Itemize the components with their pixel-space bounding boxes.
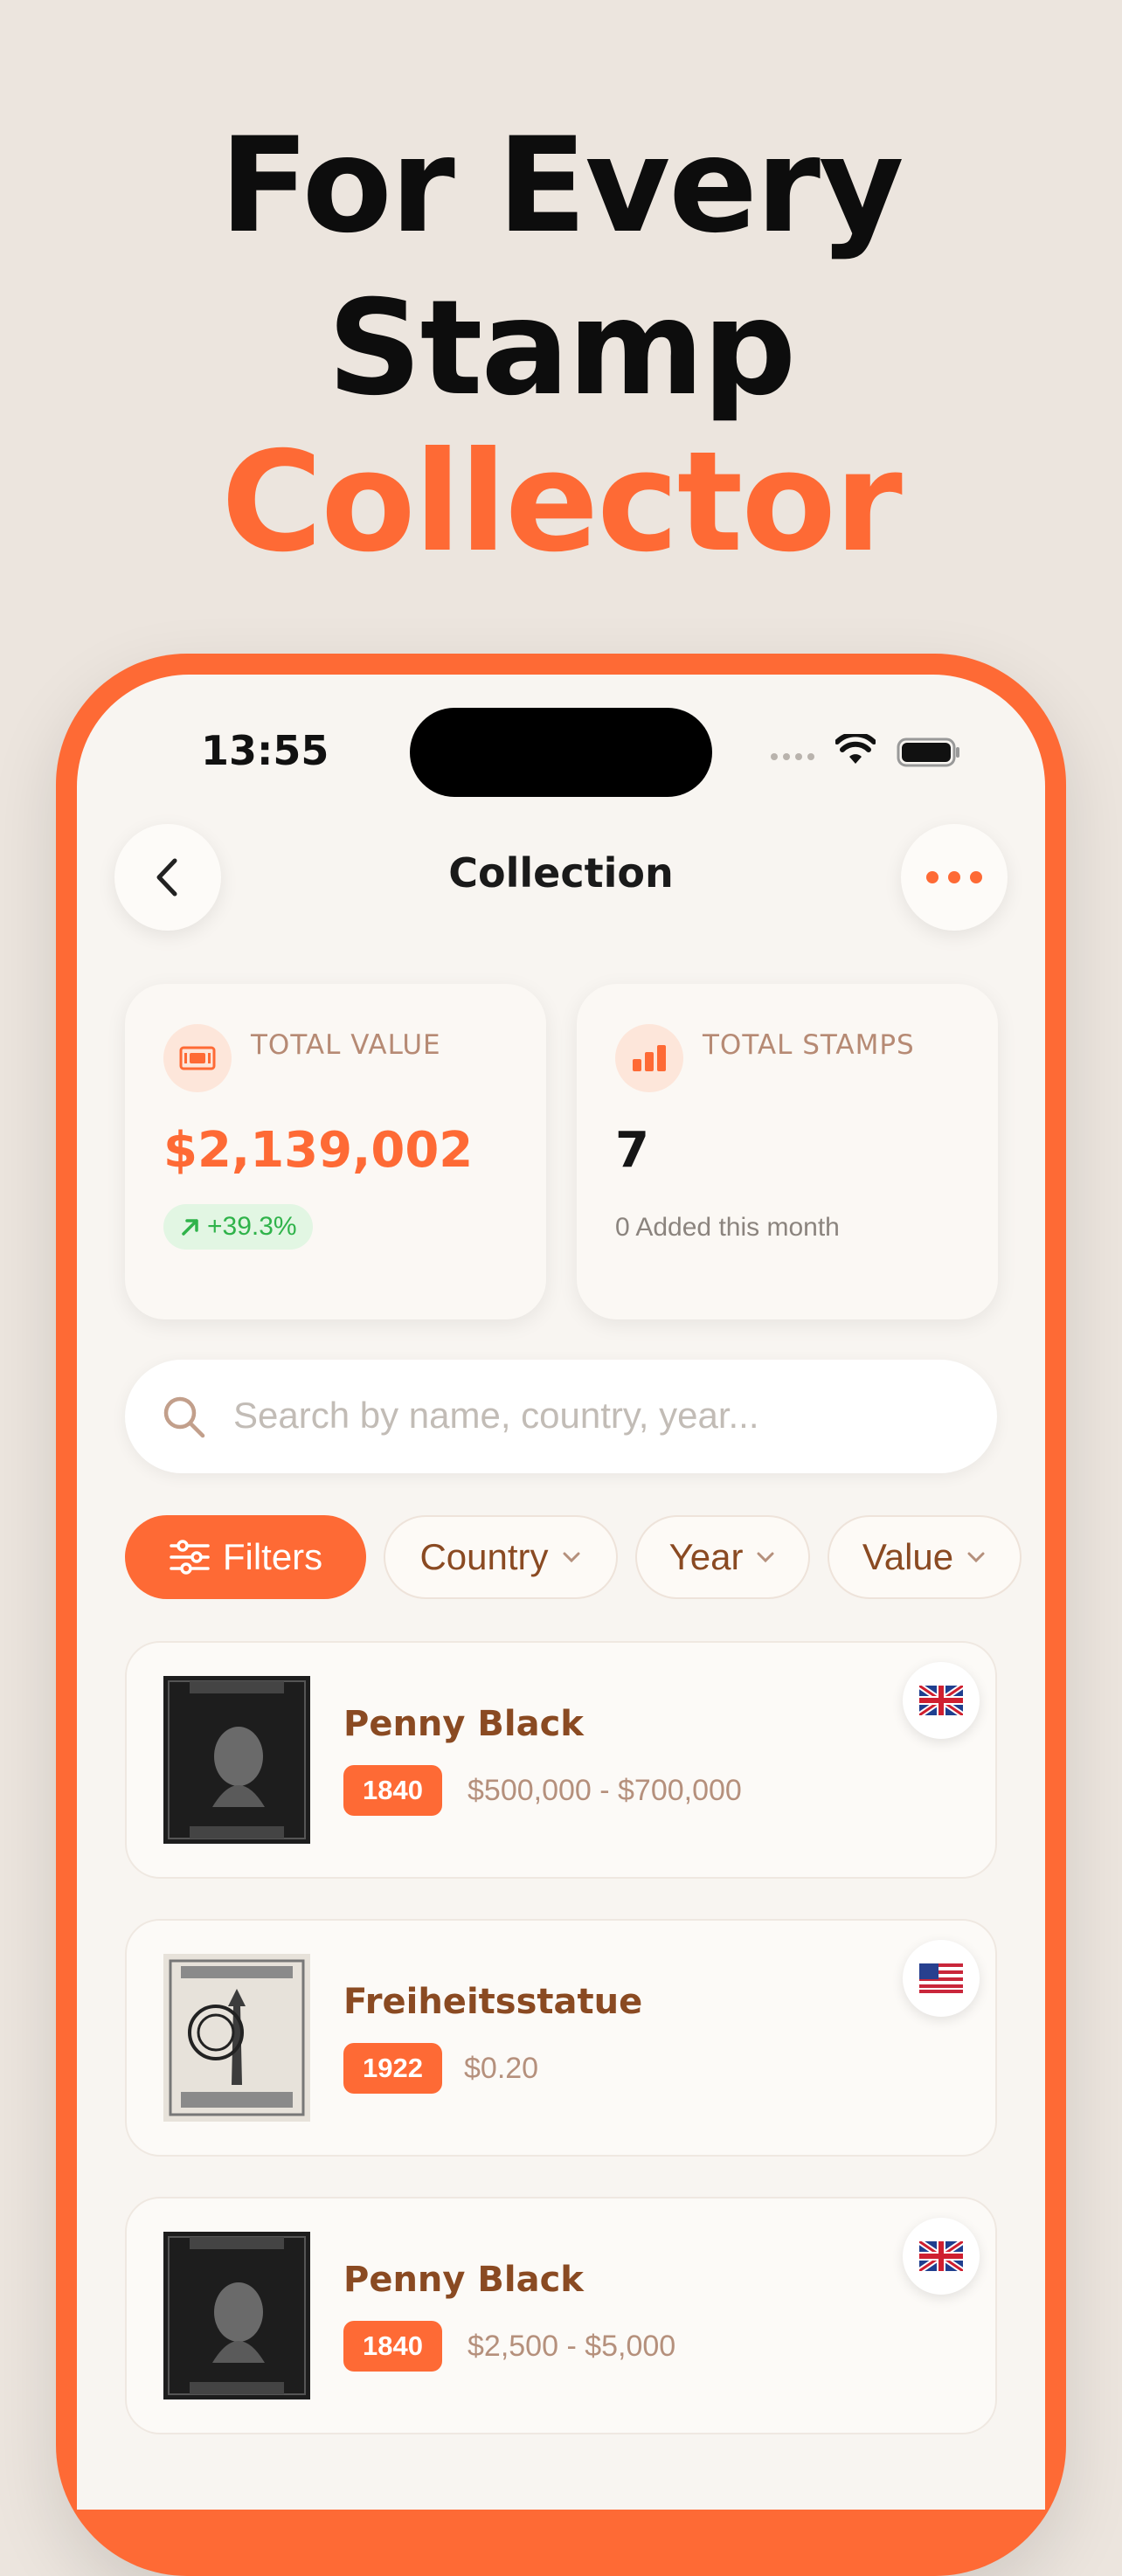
gb-flag-icon — [903, 2218, 980, 2295]
stamp-price: $2,500 - $5,000 — [468, 2330, 676, 2363]
year-filter-label: Year — [668, 1536, 744, 1577]
banknote-icon — [163, 1024, 232, 1092]
search-placeholder: Search by name, country, year... — [233, 1395, 759, 1436]
arrow-up-right-icon — [182, 1219, 198, 1236]
us-flag-icon — [903, 1940, 980, 2017]
country-filter-label: Country — [419, 1536, 549, 1577]
stamp-name: Penny Black — [343, 1704, 584, 1744]
stamp-name: Penny Black — [343, 2260, 584, 2300]
more-dots-icon — [926, 871, 982, 883]
total-value-amount: $2,139,002 — [163, 1122, 474, 1179]
total-stamps-label: TOTAL STAMPS — [703, 1029, 915, 1061]
bar-chart-icon — [615, 1024, 683, 1092]
search-icon — [163, 1396, 205, 1438]
trend-badge: +39.3% — [163, 1204, 313, 1250]
total-stamps-count: 7 — [615, 1122, 649, 1179]
search-input[interactable]: Search by name, country, year... — [125, 1360, 997, 1473]
gb-flag-icon — [903, 1662, 980, 1739]
stamp-thumbnail — [163, 1676, 310, 1844]
status-time: 13:55 — [201, 727, 329, 774]
more-options-button[interactable] — [901, 824, 1008, 931]
stamp-price: $500,000 - $700,000 — [468, 1774, 742, 1807]
page-title: Collection — [448, 849, 674, 897]
stamp-thumbnail — [163, 2232, 310, 2399]
filters-label: Filters — [222, 1536, 323, 1577]
value-filter-label: Value — [862, 1536, 954, 1577]
signal-icon — [771, 753, 814, 760]
stamp-list-item[interactable]: Freiheitsstatue 1922 $0.20 — [125, 1919, 997, 2157]
added-this-month: 0 Added this month — [615, 1213, 840, 1242]
year-filter[interactable]: Year — [635, 1515, 810, 1599]
stamp-year-badge: 1840 — [343, 1765, 442, 1816]
stamp-list-item[interactable]: Penny Black 1840 $2,500 - $5,000 — [125, 2197, 997, 2434]
value-filter[interactable]: Value — [828, 1515, 1022, 1599]
stamp-year-badge: 1840 — [343, 2321, 442, 2372]
chevron-down-icon — [563, 1552, 580, 1563]
dynamic-island — [410, 708, 712, 797]
headline-line-2: Stamp — [327, 273, 797, 425]
headline-line-3: Collector — [221, 422, 903, 583]
stamp-price: $0.20 — [464, 2052, 539, 2085]
stamp-name: Freiheitsstatue — [343, 1982, 643, 2022]
stamp-thumbnail — [163, 1954, 310, 2122]
total-value-label: TOTAL VALUE — [251, 1029, 441, 1061]
total-value-card: TOTAL VALUE $2,139,002 +39.3% — [125, 984, 546, 1319]
stamp-list-item[interactable]: Penny Black 1840 $500,000 - $700,000 — [125, 1641, 997, 1879]
chevron-down-icon — [967, 1552, 985, 1563]
country-filter[interactable]: Country — [384, 1515, 618, 1599]
chevron-down-icon — [757, 1552, 774, 1563]
total-stamps-card: TOTAL STAMPS 7 0 Added this month — [577, 984, 998, 1319]
wifi-icon — [835, 734, 876, 764]
app-screen: 13:55 Collection TOTAL VALUE $2,139,002 … — [77, 675, 1045, 2510]
sliders-icon — [170, 1540, 210, 1575]
stamp-year-badge: 1922 — [343, 2043, 442, 2094]
battery-icon — [897, 737, 959, 767]
trend-value: +39.3% — [207, 1212, 297, 1241]
filters-button[interactable]: Filters — [125, 1515, 366, 1599]
headline-line-1: For Every — [219, 110, 904, 262]
